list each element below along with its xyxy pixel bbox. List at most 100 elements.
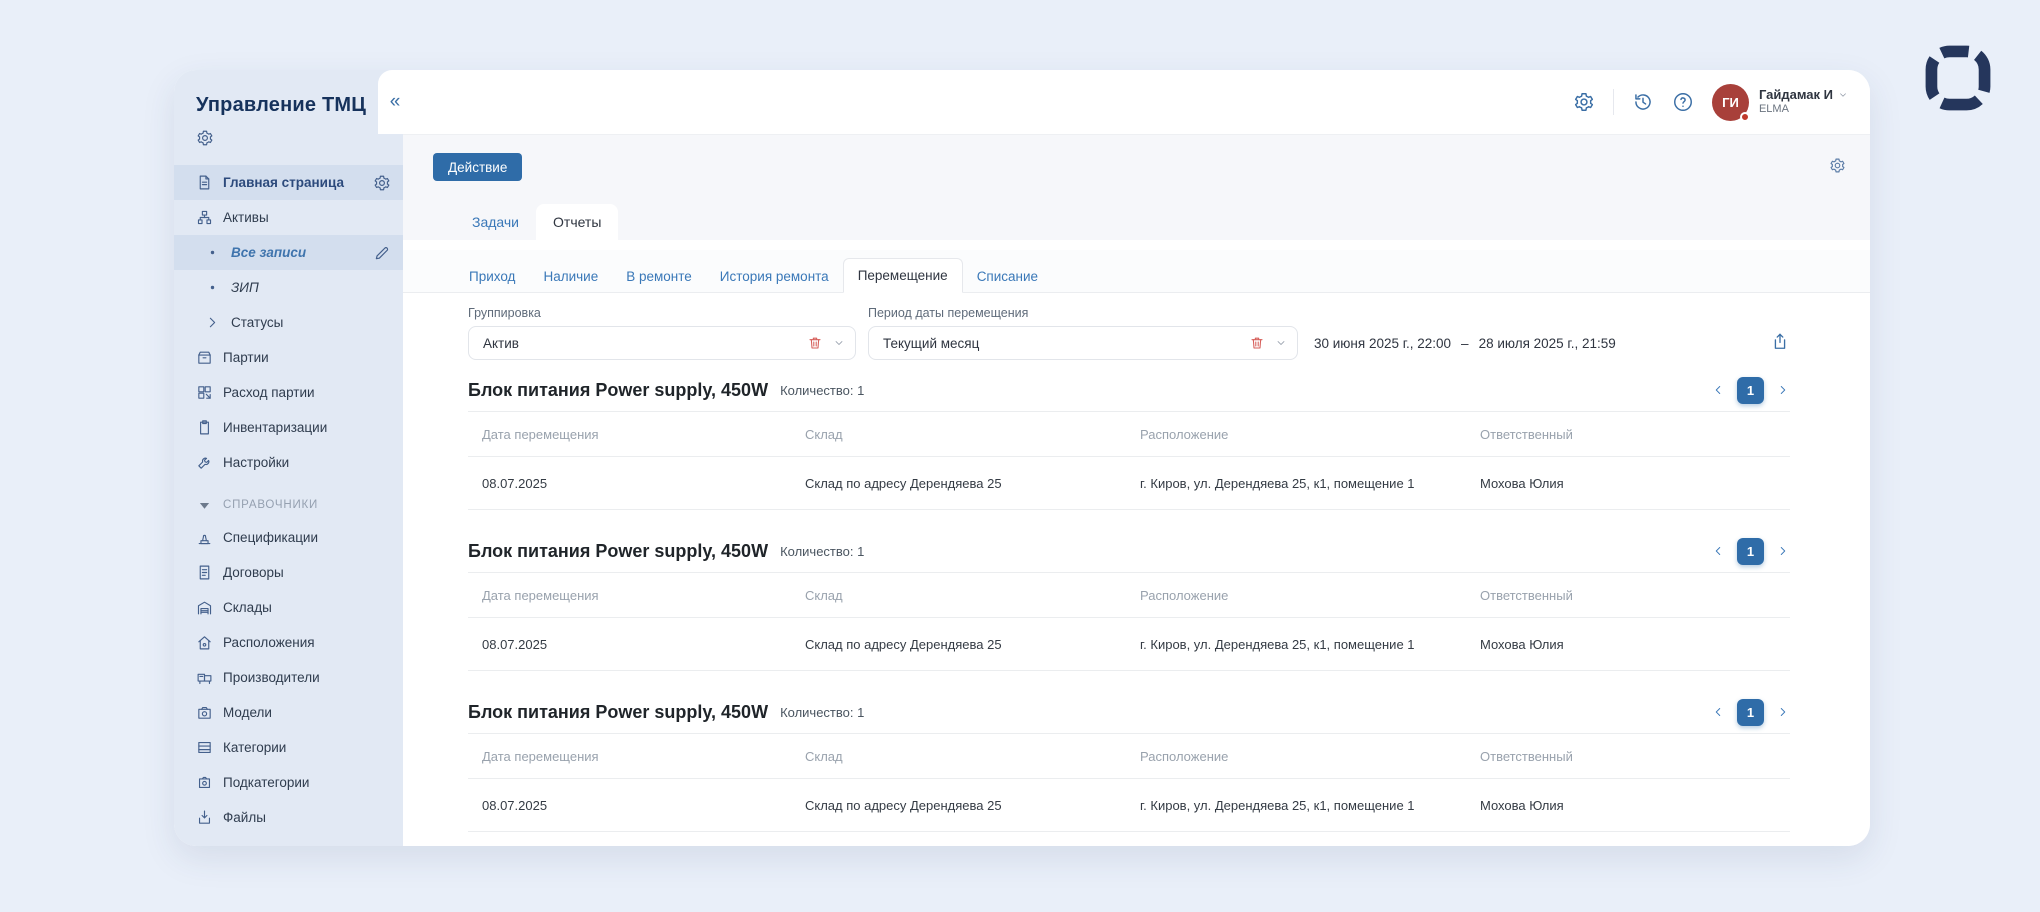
- sidebar-item[interactable]: Производители: [174, 660, 403, 695]
- trash-icon[interactable]: [1249, 335, 1265, 351]
- filters-row: Группировка Актив Период даты перемещени…: [468, 306, 1790, 360]
- table-row[interactable]: 08.07.2025Склад по адресу Дерендяева 25г…: [468, 779, 1790, 831]
- report-settings-gear-icon[interactable]: [1829, 157, 1846, 174]
- user-org: ELMA: [1759, 103, 1848, 117]
- page-number-button[interactable]: 1: [1737, 699, 1764, 726]
- column-header: Ответственный: [1480, 427, 1790, 442]
- dot-icon: [204, 279, 221, 296]
- sidebar-item[interactable]: Категории: [174, 730, 403, 765]
- box-icon: [196, 349, 213, 366]
- page-icon: [196, 174, 213, 191]
- page-number-button[interactable]: 1: [1737, 538, 1764, 565]
- sidebar: Управление ТМЦ Главная страница Активы В…: [174, 70, 403, 846]
- sidebar-item[interactable]: СПРАВОЧНИКИ: [174, 490, 403, 520]
- report-panel: ПриходНаличиеВ ремонтеИстория ремонтаПер…: [403, 240, 1870, 846]
- sidebar-settings-gear-icon[interactable]: [196, 129, 214, 147]
- trash-icon[interactable]: [807, 335, 823, 351]
- date-dash: –: [1461, 336, 1469, 351]
- sidebar-item[interactable]: Спецификации: [174, 520, 403, 555]
- sidebar-collapse-icon[interactable]: «: [380, 91, 410, 113]
- report-subtab[interactable]: История ремонта: [706, 260, 843, 293]
- sidebar-item[interactable]: Все записи: [174, 235, 403, 270]
- table-row[interactable]: 08.07.2025Склад по адресу Дерендяева 25г…: [468, 457, 1790, 509]
- main-tab[interactable]: Задачи: [455, 204, 536, 240]
- chevron-left-icon[interactable]: [1711, 383, 1725, 397]
- wrench-icon: [196, 454, 213, 471]
- toolbar-strip: Действие ЗадачиОтчеты: [403, 134, 1870, 240]
- chevron-right-icon: [204, 314, 221, 331]
- report-subtabs: ПриходНаличиеВ ремонтеИстория ремонтаПер…: [403, 250, 1870, 293]
- date-range: 30 июня 2025 г., 22:00 – 28 июля 2025 г.…: [1310, 336, 1616, 360]
- clipboard-icon: [196, 419, 213, 436]
- sidebar-item[interactable]: ЗИП: [174, 270, 403, 305]
- chevron-right-icon[interactable]: [1776, 383, 1790, 397]
- report-subtab[interactable]: Списание: [963, 260, 1052, 293]
- gear-icon[interactable]: [1573, 91, 1595, 113]
- sidebar-item[interactable]: Статусы: [174, 305, 403, 340]
- table-cell: Склад по адресу Дерендяева 25: [805, 476, 1140, 491]
- chevron-down-icon: [833, 337, 845, 349]
- period-label: Период даты перемещения: [868, 306, 1298, 320]
- chevron-left-icon[interactable]: [1711, 544, 1725, 558]
- sidebar-item[interactable]: Настройки: [174, 445, 403, 480]
- hierarchy-icon: [196, 209, 213, 226]
- sidebar-item[interactable]: Склады: [174, 590, 403, 625]
- group-title: Блок питания Power supply, 450W: [468, 702, 768, 723]
- column-header: Ответственный: [1480, 749, 1790, 764]
- sidebar-item[interactable]: Договоры: [174, 555, 403, 590]
- help-icon[interactable]: [1672, 91, 1694, 113]
- grouping-label: Группировка: [468, 306, 856, 320]
- table-cell: г. Киров, ул. Дерендяева 25, к1, помещен…: [1140, 798, 1480, 813]
- pencil-icon[interactable]: [373, 244, 391, 262]
- period-select[interactable]: Текущий месяц: [868, 326, 1298, 360]
- sidebar-item-label: Инвентаризации: [223, 420, 363, 435]
- sidebar-item[interactable]: Главная страница: [174, 165, 403, 200]
- column-header: Расположение: [1140, 427, 1480, 442]
- table-cell: Склад по адресу Дерендяева 25: [805, 637, 1140, 652]
- sidebar-item[interactable]: Расположения: [174, 625, 403, 660]
- report-subtab[interactable]: Наличие: [529, 260, 612, 293]
- sidebar-item[interactable]: Модели: [174, 695, 403, 730]
- column-header: Склад: [805, 588, 1140, 603]
- chevron-right-icon[interactable]: [1776, 705, 1790, 719]
- report-subtab[interactable]: Приход: [455, 260, 529, 293]
- grouping-select[interactable]: Актив: [468, 326, 856, 360]
- column-header: Расположение: [1140, 588, 1480, 603]
- sidebar-item-label: СПРАВОЧНИКИ: [223, 499, 363, 511]
- sidebar-item[interactable]: Активы: [174, 200, 403, 235]
- pagination: 1: [1711, 699, 1790, 726]
- report-subtab[interactable]: В ремонте: [612, 260, 706, 293]
- sidebar-item[interactable]: Файлы: [174, 800, 403, 835]
- gear-icon[interactable]: [373, 174, 391, 192]
- avatar[interactable]: ГИ: [1712, 84, 1749, 121]
- triangle-down-icon: [196, 497, 213, 514]
- sidebar-item[interactable]: Партии: [174, 340, 403, 375]
- action-button[interactable]: Действие: [433, 153, 522, 181]
- topbar-divider: [1613, 89, 1614, 115]
- pagination: 1: [1711, 538, 1790, 565]
- sidebar-item[interactable]: Инвентаризации: [174, 410, 403, 445]
- pagination: 1: [1711, 377, 1790, 404]
- export-icon[interactable]: [1770, 332, 1790, 352]
- table-row[interactable]: 08.07.2025Склад по адресу Дерендяева 25г…: [468, 618, 1790, 670]
- sidebar-item[interactable]: Расход партии: [174, 375, 403, 410]
- sidebar-item-label: ЗИП: [231, 280, 363, 295]
- main-tab[interactable]: Отчеты: [536, 204, 618, 240]
- table-cell: Мохова Юлия: [1480, 476, 1790, 491]
- date-from: 30 июня 2025 г., 22:00: [1314, 336, 1451, 351]
- sidebar-item[interactable]: Подкатегории: [174, 765, 403, 800]
- history-icon[interactable]: [1632, 91, 1654, 113]
- sidebar-item-label: Настройки: [223, 455, 363, 470]
- user-menu[interactable]: ГИ Гайдамак И ELMA: [1712, 84, 1848, 121]
- report-subtab[interactable]: Перемещение: [843, 258, 963, 293]
- brand-logo-icon: [1924, 44, 1992, 112]
- table-cell: Мохова Юлия: [1480, 637, 1790, 652]
- chevron-right-icon[interactable]: [1776, 544, 1790, 558]
- period-value: Текущий месяц: [883, 336, 1249, 351]
- contract-icon: [196, 564, 213, 581]
- chevron-left-icon[interactable]: [1711, 705, 1725, 719]
- table-cell: Склад по адресу Дерендяева 25: [805, 798, 1140, 813]
- sidebar-item-label: Модели: [223, 705, 363, 720]
- table-header-row: Дата перемещенияСкладРасположениеОтветст…: [468, 412, 1790, 456]
- page-number-button[interactable]: 1: [1737, 377, 1764, 404]
